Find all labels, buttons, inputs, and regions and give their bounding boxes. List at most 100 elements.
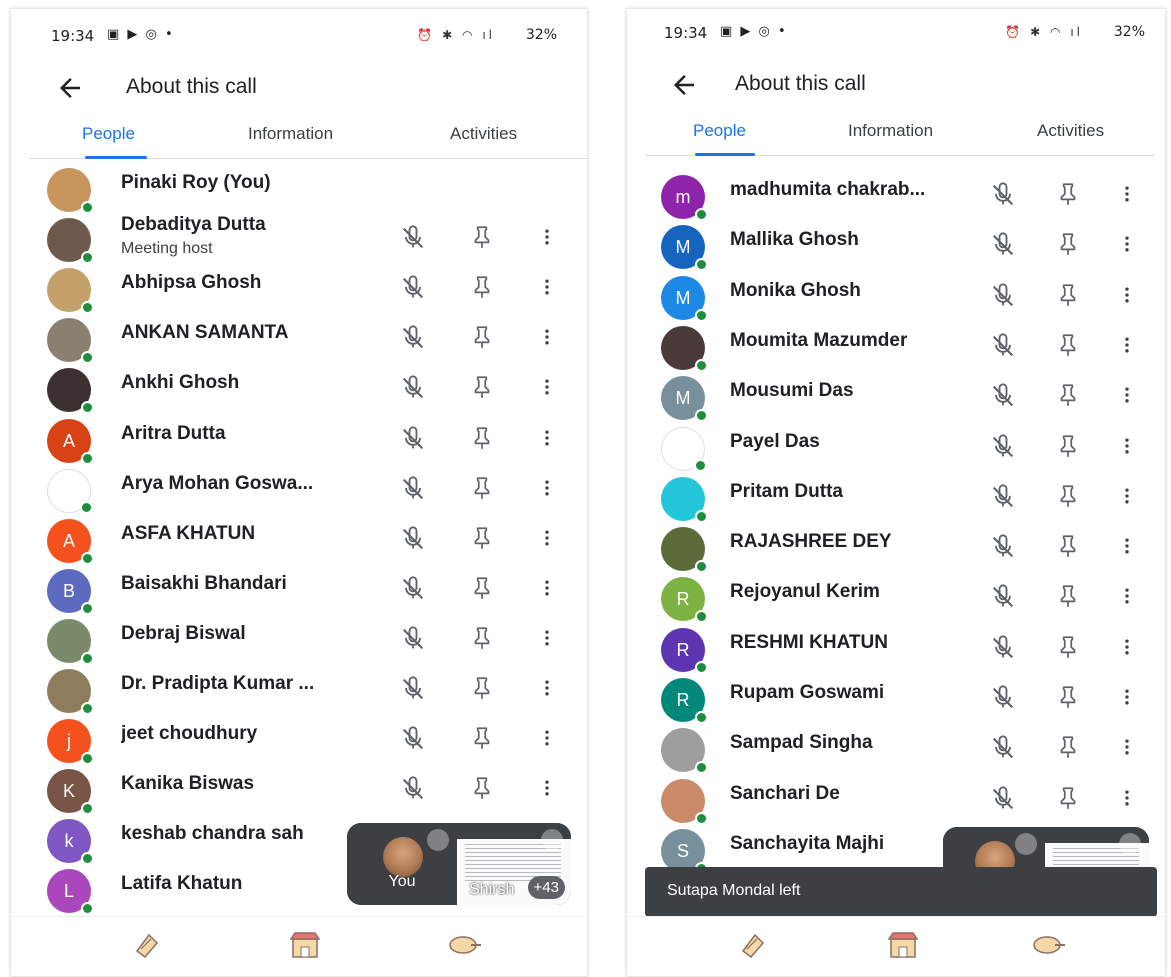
participant-row[interactable]: R RESHMI KHATUN (627, 627, 1165, 678)
more-options-icon[interactable] (537, 475, 557, 501)
mute-mic-icon[interactable] (989, 533, 1017, 561)
participant-row[interactable]: K Kanika Biswas (11, 769, 587, 819)
mute-mic-icon[interactable] (399, 775, 427, 803)
tab-information[interactable]: Information (848, 121, 933, 141)
more-options-icon[interactable] (1117, 734, 1137, 760)
mute-mic-icon[interactable] (399, 374, 427, 402)
more-options-icon[interactable] (537, 525, 557, 551)
pin-icon[interactable] (1055, 332, 1081, 358)
participant-row[interactable]: B Baisakhi Bhandari (11, 568, 587, 619)
pin-icon[interactable] (1055, 382, 1081, 408)
pin-icon[interactable] (1055, 231, 1081, 257)
mute-mic-icon[interactable] (989, 282, 1017, 310)
more-options-icon[interactable] (1117, 433, 1137, 459)
tab-people[interactable]: People (693, 121, 746, 141)
more-options-icon[interactable] (1117, 332, 1137, 358)
pin-icon[interactable] (1055, 433, 1081, 459)
mute-mic-icon[interactable] (989, 634, 1017, 662)
more-options-icon[interactable] (1117, 483, 1137, 509)
mute-mic-icon[interactable] (399, 725, 427, 753)
pin-icon[interactable] (1055, 483, 1081, 509)
reaction-icon[interactable] (129, 929, 165, 961)
more-options-icon[interactable] (1117, 634, 1137, 660)
pin-icon[interactable] (469, 675, 495, 701)
participant-row[interactable]: m madhumita chakrab... (627, 175, 1165, 225)
tab-information[interactable]: Information (248, 124, 333, 144)
mute-mic-icon[interactable] (989, 785, 1017, 813)
mute-mic-icon[interactable] (399, 625, 427, 653)
participant-row[interactable]: Sanchari De (627, 778, 1165, 829)
picture-in-picture[interactable]: You Shirsh +43 (347, 823, 571, 905)
pin-icon[interactable] (469, 775, 495, 801)
participant-row[interactable]: Pinaki Roy (You) (11, 168, 587, 218)
more-options-icon[interactable] (1117, 282, 1137, 308)
more-options-icon[interactable] (537, 575, 557, 601)
participant-row[interactable]: Dr. Pradipta Kumar ... (11, 669, 587, 719)
back-arrow-icon[interactable] (55, 73, 85, 103)
participant-row[interactable]: M Mallika Ghosh (627, 225, 1165, 275)
pin-icon[interactable] (469, 324, 495, 350)
participant-row[interactable]: R Rejoyanul Kerim (627, 577, 1165, 627)
more-options-icon[interactable] (1117, 382, 1137, 408)
pin-icon[interactable] (469, 425, 495, 451)
participant-row[interactable]: A ASFA KHATUN (11, 518, 587, 569)
pin-icon[interactable] (1055, 634, 1081, 660)
pin-icon[interactable] (469, 224, 495, 250)
mute-mic-icon[interactable] (399, 475, 427, 503)
participant-row[interactable]: Abhipsa Ghosh (11, 268, 587, 318)
mute-mic-icon[interactable] (989, 684, 1017, 712)
mute-mic-icon[interactable] (399, 575, 427, 603)
pin-icon[interactable] (469, 625, 495, 651)
participant-row[interactable]: Arya Mohan Goswa... (11, 468, 587, 519)
present-icon[interactable] (1031, 929, 1067, 961)
mute-mic-icon[interactable] (399, 224, 427, 252)
participant-row[interactable]: Sampad Singha (627, 728, 1165, 778)
mute-mic-icon[interactable] (989, 483, 1017, 511)
pin-icon[interactable] (1055, 533, 1081, 559)
pin-icon[interactable] (469, 525, 495, 551)
pin-icon[interactable] (1055, 583, 1081, 609)
more-options-icon[interactable] (537, 224, 557, 250)
pin-icon[interactable] (1055, 282, 1081, 308)
participant-row[interactable]: Debraj Biswal (11, 618, 587, 669)
mute-mic-icon[interactable] (399, 675, 427, 703)
more-options-icon[interactable] (1117, 785, 1137, 811)
tab-activities[interactable]: Activities (1037, 121, 1104, 141)
more-options-icon[interactable] (537, 775, 557, 801)
participant-row[interactable]: Moumita Mazumder (627, 325, 1165, 376)
participant-row[interactable]: Payel Das (627, 426, 1165, 477)
mute-mic-icon[interactable] (399, 525, 427, 553)
pin-icon[interactable] (469, 475, 495, 501)
mute-mic-icon[interactable] (989, 734, 1017, 762)
mute-mic-icon[interactable] (989, 583, 1017, 611)
pin-icon[interactable] (1055, 734, 1081, 760)
participant-row[interactable]: R Rupam Goswami (627, 678, 1165, 728)
more-options-icon[interactable] (1117, 533, 1137, 559)
mute-mic-icon[interactable] (399, 274, 427, 302)
present-icon[interactable] (447, 929, 483, 961)
activities-icon[interactable] (287, 929, 323, 961)
mute-mic-icon[interactable] (399, 425, 427, 453)
participant-row[interactable]: M Monika Ghosh (627, 275, 1165, 326)
more-options-icon[interactable] (1117, 583, 1137, 609)
pin-icon[interactable] (469, 725, 495, 751)
participant-row[interactable]: j jeet choudhury (11, 719, 587, 769)
mute-mic-icon[interactable] (989, 433, 1017, 461)
participant-row[interactable]: RAJASHREE DEY (627, 527, 1165, 577)
pin-icon[interactable] (469, 374, 495, 400)
mute-mic-icon[interactable] (989, 382, 1017, 410)
more-options-icon[interactable] (1117, 684, 1137, 710)
tab-people[interactable]: People (82, 124, 135, 144)
more-options-icon[interactable] (1117, 181, 1137, 207)
more-options-icon[interactable] (537, 425, 557, 451)
reaction-icon[interactable] (735, 929, 771, 961)
more-options-icon[interactable] (537, 725, 557, 751)
back-arrow-icon[interactable] (669, 70, 699, 100)
pin-icon[interactable] (469, 575, 495, 601)
more-options-icon[interactable] (537, 675, 557, 701)
more-options-icon[interactable] (537, 324, 557, 350)
participant-row[interactable]: Ankhi Ghosh (11, 368, 587, 418)
participant-row[interactable]: A Aritra Dutta (11, 418, 587, 469)
participant-row[interactable]: Debaditya Dutta Meeting host (11, 214, 587, 268)
participant-row[interactable]: Pritam Dutta (627, 476, 1165, 527)
